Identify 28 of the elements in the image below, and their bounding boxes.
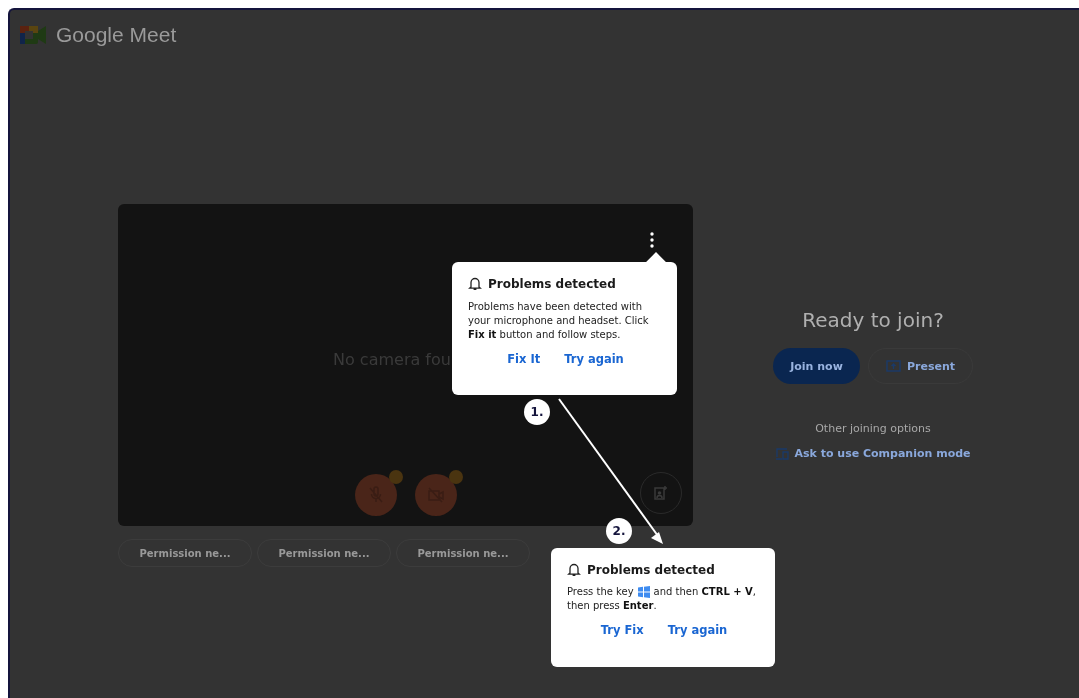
join-button[interactable]: Join now (773, 348, 860, 384)
popup-message: Press the key (567, 585, 634, 599)
popup-title: Problems detected (587, 562, 715, 577)
ready-heading: Ready to join? (802, 308, 944, 332)
popup-action[interactable]: Fix It (507, 352, 541, 366)
popup-action[interactable]: Try again (667, 623, 728, 637)
more-options-icon[interactable] (650, 232, 654, 248)
popup-title: Problems detected (488, 276, 616, 291)
app-title: Google Meet (56, 23, 177, 47)
popup-action[interactable]: Try Fix (600, 623, 644, 637)
video-camera-logo-icon (20, 24, 48, 46)
camera-button[interactable] (415, 474, 457, 516)
popup-message: Problems have been detected with your microphone and headset. Click Fix it button and follow steps. (468, 300, 650, 342)
popup-action[interactable]: Try again (564, 352, 624, 366)
screen-share-icon (885, 360, 901, 372)
devices-icon (775, 447, 791, 460)
bell-icon (567, 562, 581, 577)
microphone-button[interactable] (355, 474, 397, 516)
popup-message: and then CTRL + V, (653, 585, 757, 599)
windows-key-icon (637, 586, 650, 598)
other-options-label: Other joining options (815, 422, 931, 435)
step-number: 2. (606, 518, 632, 544)
warning-badge (449, 470, 463, 484)
portrait-sparkle-icon (652, 484, 670, 502)
popup-message: then press Enter. (567, 599, 657, 613)
companion-mode-link[interactable]: Ask to use Companion mode (775, 447, 971, 460)
bell-icon (468, 276, 482, 291)
warning-badge (389, 470, 403, 484)
